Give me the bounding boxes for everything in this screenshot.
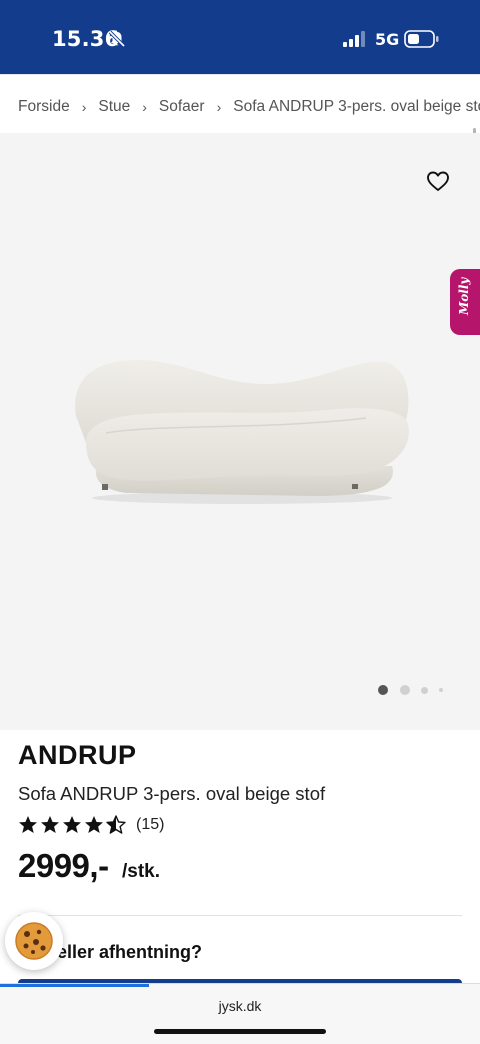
breadcrumb-current: Sofa ANDRUP 3-pers. oval beige stof <box>233 98 480 115</box>
star-icon <box>19 816 37 833</box>
product-price: 2999,- <box>18 847 109 884</box>
star-icon <box>63 816 81 833</box>
cookie-settings-button[interactable] <box>5 912 63 970</box>
breadcrumb-separator: › <box>216 99 222 115</box>
breadcrumb: Forside › Stue › Sofaer › Sofa ANDRUP 3-… <box>18 96 480 118</box>
review-count: (15) <box>136 816 165 833</box>
signal-icon <box>343 31 365 47</box>
star-icon <box>41 816 59 833</box>
status-bar: 15.36 5G <box>0 0 480 74</box>
url-label[interactable]: jysk.dk <box>0 998 480 1014</box>
breadcrumb-sofaer[interactable]: Sofaer <box>159 98 205 116</box>
molly-chat-tab[interactable]: Molly <box>450 269 480 335</box>
gallery-dot[interactable] <box>400 685 410 695</box>
gallery-dot[interactable] <box>421 686 428 694</box>
browser-bar: jysk.dk <box>0 983 480 1044</box>
star-half-icon <box>106 815 126 834</box>
cookie-icon <box>15 922 53 960</box>
molly-chat-label: Molly <box>457 277 471 315</box>
heart-outline-icon[interactable] <box>426 170 450 192</box>
bell-slash-icon <box>108 30 126 48</box>
breadcrumb-separator: › <box>142 99 147 115</box>
gallery-dot-active[interactable] <box>378 685 388 695</box>
battery-icon <box>404 30 439 48</box>
product-rating[interactable]: (15) <box>18 814 164 836</box>
breadcrumb-home[interactable]: Forside <box>18 98 70 116</box>
price-unit: /stk. <box>122 861 161 882</box>
gallery-pagination[interactable] <box>376 684 448 696</box>
header-divider <box>0 74 480 75</box>
home-indicator[interactable] <box>154 1029 326 1034</box>
product-title: Sofa ANDRUP 3-pers. oval beige stof <box>18 783 326 804</box>
page-load-progress <box>0 984 149 987</box>
section-divider <box>18 915 462 916</box>
breadcrumb-stue[interactable]: Stue <box>98 98 130 116</box>
star-icon <box>85 816 103 833</box>
breadcrumb-separator: › <box>81 99 87 115</box>
product-brand: ANDRUP <box>18 740 137 770</box>
sofa-image <box>75 360 409 504</box>
gallery-dot[interactable] <box>439 688 443 692</box>
network-label: 5G <box>375 30 400 49</box>
